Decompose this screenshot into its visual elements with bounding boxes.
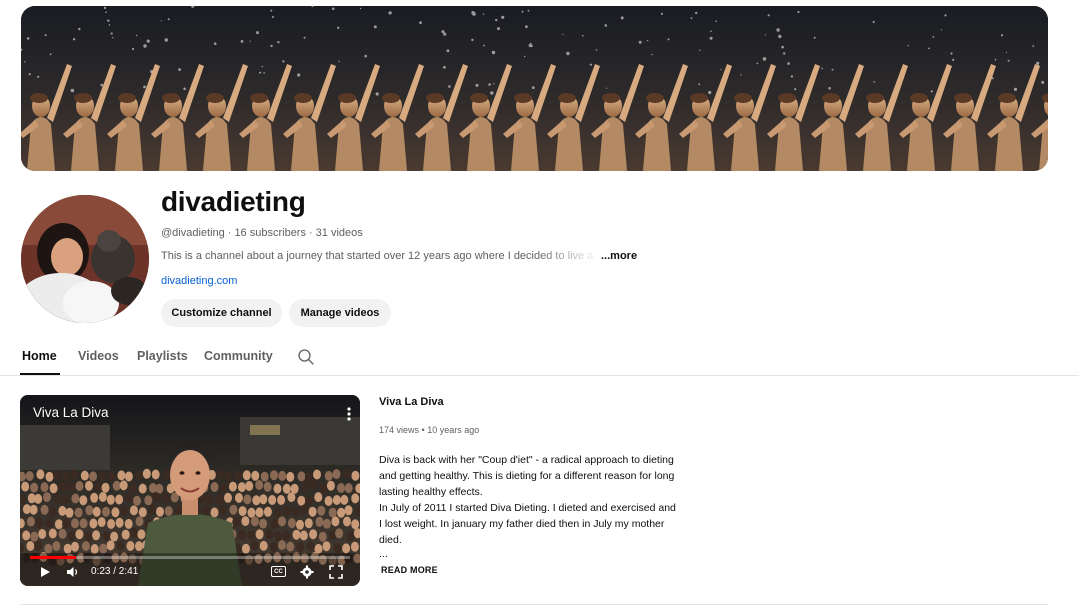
channel-banner	[21, 6, 1048, 171]
captions-button[interactable]: CC	[271, 566, 286, 577]
meta-separator: ·	[227, 227, 232, 239]
channel-meta: @divadieting · 16 subscribers · 31 videos	[161, 227, 363, 239]
channel-description-text: This is a channel about a journey that s…	[161, 250, 594, 262]
description-line: I lost weight. In january my father died…	[379, 518, 665, 530]
customize-channel-button[interactable]: Customize channel	[161, 299, 282, 327]
channel-tabs: Home Videos Playlists Community	[0, 340, 1079, 376]
settings-gear-icon[interactable]	[300, 565, 314, 579]
tab-videos[interactable]: Videos	[78, 349, 119, 363]
channel-name: divadieting	[161, 186, 306, 217]
section-divider	[20, 604, 1048, 605]
tab-home[interactable]: Home	[22, 349, 57, 363]
captions-label: CC	[274, 568, 283, 575]
active-tab-indicator	[20, 373, 60, 375]
tab-community[interactable]: Community	[204, 349, 273, 363]
description-more-link[interactable]: ...more	[601, 250, 637, 262]
player-title: Viva La Diva	[33, 405, 109, 420]
description-line: Diva is back with her "Coup d'iet" - a r…	[379, 454, 674, 466]
featured-video-player[interactable]: Viva La Diva 0:23 / 2:41 CC	[20, 395, 360, 586]
volume-icon[interactable]	[66, 565, 80, 579]
featured-video-title[interactable]: Viva La Diva	[379, 396, 444, 408]
more-options-icon[interactable]	[342, 405, 356, 423]
channel-description[interactable]: This is a channel about a journey that s…	[161, 250, 651, 262]
meta-separator: •	[421, 425, 425, 435]
description-line: and getting healthy. This is dieting for…	[379, 470, 675, 482]
featured-video-description: Diva is back with her "Coup d'iet" - a r…	[379, 452, 709, 560]
fullscreen-icon[interactable]	[329, 565, 343, 579]
video-progress-bar[interactable]	[30, 556, 350, 559]
featured-video-meta: 174 views • 10 years ago	[379, 425, 479, 435]
view-count: 174 views	[379, 425, 420, 435]
subscriber-count: 16 subscribers	[234, 227, 306, 239]
channel-avatar[interactable]	[21, 195, 149, 323]
description-line: lasting healthy effects.	[379, 486, 483, 498]
upload-age: 10 years ago	[427, 425, 480, 435]
meta-separator: ·	[308, 227, 313, 239]
description-line: In July of 2011 I started Diva Dieting. …	[379, 502, 676, 514]
video-count: 31 videos	[315, 227, 363, 239]
video-time: 0:23 / 2:41	[91, 566, 139, 577]
manage-videos-button[interactable]: Manage videos	[289, 299, 391, 327]
tab-playlists[interactable]: Playlists	[137, 349, 188, 363]
video-progress-fill	[30, 556, 76, 559]
banner-image	[21, 6, 1048, 171]
avatar-image	[21, 195, 149, 323]
search-icon[interactable]	[297, 348, 315, 366]
description-line: died.	[379, 534, 402, 546]
play-icon[interactable]	[39, 566, 51, 578]
description-line: ...	[379, 548, 388, 560]
channel-website-link[interactable]: divadieting.com	[161, 275, 237, 287]
read-more-button[interactable]: READ MORE	[381, 565, 438, 575]
channel-handle: @divadieting	[161, 227, 225, 239]
